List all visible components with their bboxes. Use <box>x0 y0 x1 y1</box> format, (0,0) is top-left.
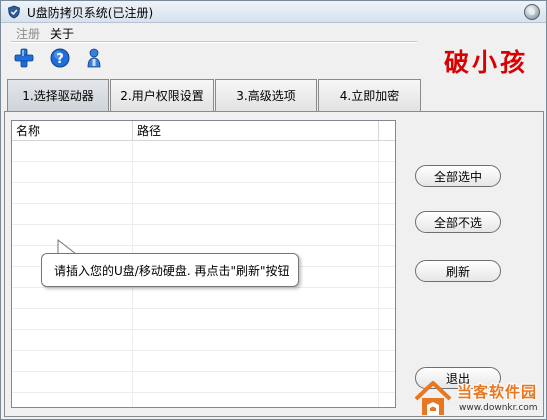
tab-advanced-options[interactable]: 3.高级选项 <box>215 79 317 111</box>
add-icon[interactable] <box>13 47 35 69</box>
column-name[interactable]: 名称 <box>12 121 133 141</box>
menu-bar: 注册 关于 <box>1 23 546 41</box>
list-row <box>12 372 395 393</box>
watermark: 当客软件园 www.downkr.com <box>413 379 547 419</box>
list-header: 名称 路径 <box>12 121 395 141</box>
crack-label: 破小孩 <box>443 48 528 77</box>
list-row <box>12 183 395 204</box>
column-path[interactable]: 路径 <box>133 121 379 141</box>
watermark-title: 当客软件园 <box>457 383 538 401</box>
svg-text:?: ? <box>56 52 64 67</box>
window-title: U盘防拷贝系统(已注册) <box>27 6 154 20</box>
close-button[interactable] <box>524 4 540 20</box>
list-row <box>12 141 395 162</box>
list-row <box>12 204 395 225</box>
menu-separator <box>11 41 417 43</box>
tab-select-drive[interactable]: 1.选择驱动器 <box>7 79 109 111</box>
house-logo-icon <box>414 381 452 415</box>
app-window: U盘防拷贝系统(已注册) 注册 关于 ? 破小孩 1.选择驱动器 2.用户权限设… <box>0 0 547 420</box>
list-row <box>12 309 395 330</box>
menu-register[interactable]: 注册 <box>16 25 40 42</box>
list-row <box>12 162 395 183</box>
menu-about[interactable]: 关于 <box>50 25 74 42</box>
list-row <box>12 330 395 351</box>
list-row <box>12 288 395 309</box>
list-row <box>12 351 395 372</box>
user-icon[interactable] <box>83 47 105 69</box>
tab-user-permissions[interactable]: 2.用户权限设置 <box>110 79 214 111</box>
toolbar: ? <box>1 45 421 71</box>
tab-encrypt-now[interactable]: 4.立即加密 <box>318 79 421 111</box>
help-icon[interactable]: ? <box>49 47 71 69</box>
title-bar[interactable]: U盘防拷贝系统(已注册) <box>1 1 546 23</box>
shield-icon <box>8 5 20 19</box>
watermark-url: www.downkr.com <box>459 403 538 413</box>
refresh-button[interactable]: 刷新 <box>415 260 501 282</box>
select-all-button[interactable]: 全部选中 <box>415 165 501 187</box>
list-row <box>12 393 395 407</box>
hint-tooltip: 请插入您的U盘/移动硬盘. 再点击"刷新"按钮 <box>41 253 299 287</box>
deselect-all-button[interactable]: 全部不选 <box>415 211 501 233</box>
